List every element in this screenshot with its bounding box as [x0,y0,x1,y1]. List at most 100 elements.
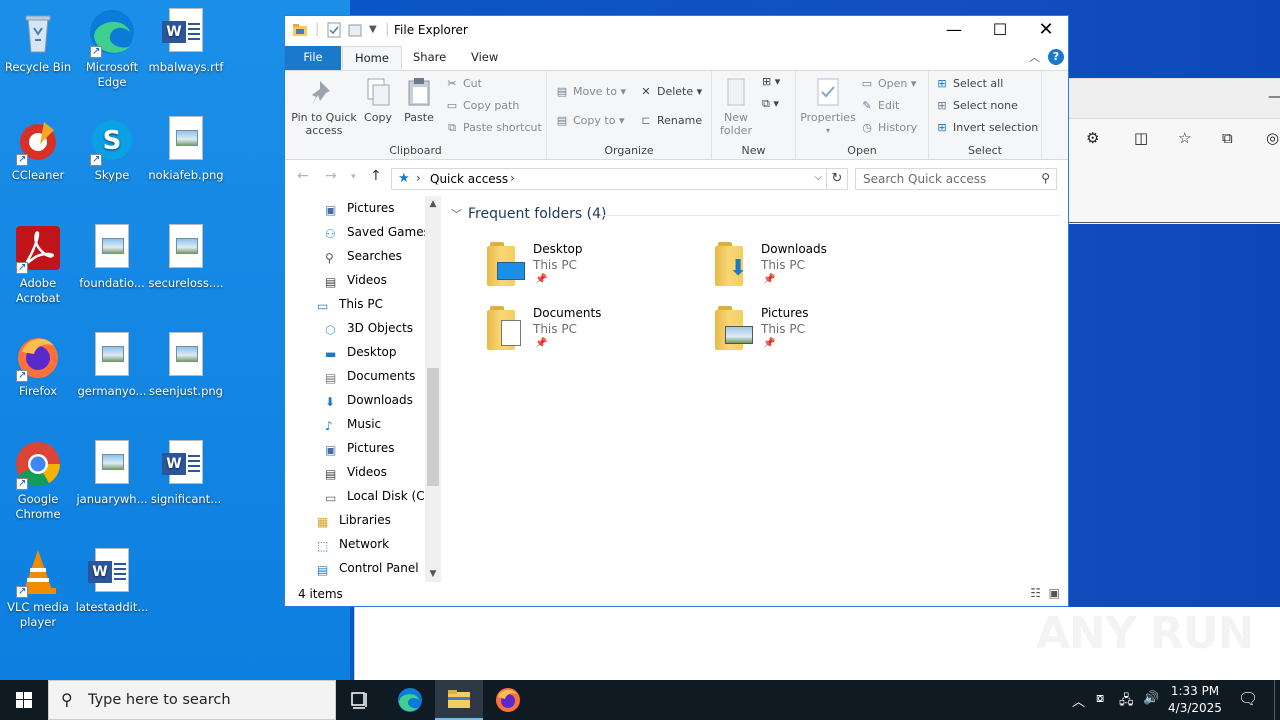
large-icons-view-icon[interactable]: ▣ [1049,586,1060,600]
taskbar-edge[interactable] [386,680,434,720]
clock[interactable]: 1:33 PM 4/3/2025 [1160,683,1230,717]
task-view-button[interactable] [336,680,384,720]
refresh-icon[interactable]: ↻ [826,168,848,190]
taskbar-file-explorer[interactable] [435,680,483,720]
nav-item-downloads[interactable]: ⬇ Downloads [325,388,413,412]
extensions-icon[interactable]: ⚙ [1086,129,1099,147]
nav-item-videos[interactable]: ▤ Videos [325,268,387,292]
folder-tile-documents[interactable]: Documents This PC 📌 [487,306,707,366]
desktop-icon-mbalways[interactable]: W mbalways.rtf [148,8,224,75]
minimize-icon[interactable]: — [1268,89,1280,105]
search-box[interactable]: ⚲ [855,168,1057,190]
nav-item-saved-games[interactable]: ⚇ Saved Games [325,220,430,244]
folder-tile-downloads[interactable]: ⬇ Downloads This PC 📌 [715,242,935,302]
forward-arrow-icon[interactable]: → [325,168,337,184]
notifications-icon[interactable]: 🗨 [1238,689,1258,708]
minimize-button[interactable]: — [931,16,977,46]
taskbar-firefox[interactable] [484,680,532,720]
new-item-icon[interactable]: ⊞ ▾ [762,73,780,91]
meet-now-icon[interactable]: ⧇ [1096,691,1104,706]
paste-button[interactable]: Paste [403,77,435,124]
tab-home[interactable]: Home [342,46,402,70]
desktop-icon-microsoft-edge[interactable]: Microsoft Edge [74,8,150,90]
copy-path-button[interactable]: ▭ Copy path [445,97,520,115]
nav-item-control-panel[interactable]: ▤ Control Panel [317,556,419,580]
scroll-up-icon[interactable]: ▲ [425,196,441,212]
desktop-icon-januarywh[interactable]: januarywh... [74,440,150,507]
customize-quick-access-icon[interactable]: ▼ [369,24,377,35]
rename-button[interactable]: ⊏ Rename [639,112,702,130]
select-none-button[interactable]: ⊞ Select none [935,97,1017,115]
desktop-icon-secureloss[interactable]: secureloss.... [148,224,224,291]
desktop-icon-latestaddit[interactable]: W latestaddit... [74,548,150,615]
nav-item-desktop[interactable]: ▬ Desktop [325,340,397,364]
cut-button[interactable]: ✂ Cut [445,75,482,93]
desktop-icon-seenjust[interactable]: seenjust.png [148,332,224,399]
chevron-down-icon[interactable]: ⌵ [814,172,822,183]
folder-tile-pictures[interactable]: Pictures This PC 📌 [715,306,935,366]
history-button[interactable]: ◷ History [860,119,917,137]
volume-icon[interactable]: 🔊 [1143,691,1159,706]
taskbar-search[interactable]: ⚲ Type here to search [48,680,336,720]
select-all-button[interactable]: ⊞ Select all [935,75,1003,93]
copy-to-button[interactable]: ▤ Copy to ▾ [555,112,625,130]
nav-item-local-disk-c[interactable]: ▭ Local Disk (C:) [325,484,433,508]
paste-shortcut-button[interactable]: ⧉ Paste shortcut [445,119,542,137]
delete-button[interactable]: ✕ Delete ▾ [639,83,702,101]
desktop-icon-nokiafeb[interactable]: nokiafeb.png [148,116,224,183]
properties-button[interactable]: Properties ▾ [800,77,856,137]
copilot-icon[interactable]: ◎ [1266,129,1279,147]
desktop-icon-skype[interactable]: S Skype [74,116,150,183]
edit-button[interactable]: ✎ Edit [860,97,899,115]
start-button[interactable] [0,680,48,720]
chevron-right-icon[interactable]: › [510,171,515,185]
breadcrumb-quick-access[interactable]: Quick access [430,172,508,186]
collapse-ribbon-icon[interactable]: ︿ [1029,49,1040,65]
desktop-icon-adobe-acrobat[interactable]: Adobe Acrobat [0,224,76,306]
nav-item-documents[interactable]: ▤ Documents [325,364,415,388]
desktop-icon-firefox[interactable]: Firefox [0,332,76,399]
new-folder-button[interactable]: New folder [716,77,756,137]
favorites-icon[interactable]: ☆ [1178,129,1191,147]
copy-button[interactable]: Copy [361,77,395,124]
nav-pane-scrollbar[interactable]: ▲ ▼ [425,196,441,582]
open-button[interactable]: ▭ Open ▾ [860,75,917,93]
scroll-down-icon[interactable]: ▼ [425,566,441,582]
show-desktop-button[interactable] [1274,680,1280,720]
address-bar[interactable]: ★ › Quick access › ⌵ [391,168,827,190]
tab-view[interactable]: View [459,46,510,70]
split-screen-icon[interactable]: ◫ [1134,129,1148,147]
properties-quick-icon[interactable] [327,22,341,42]
up-arrow-icon[interactable]: ↑ [370,168,382,184]
new-folder-quick-icon[interactable] [348,22,362,42]
nav-item-pictures[interactable]: ▣ Pictures [325,196,395,220]
collections-icon[interactable]: ⧉ [1222,129,1233,147]
frequent-folders-header[interactable]: ﹀ Frequent folders (4) [451,206,607,222]
details-view-icon[interactable]: ☷ [1030,586,1041,600]
nav-item-network[interactable]: ⬚ Network [317,532,389,556]
nav-item-3d-objects[interactable]: ⬡ 3D Objects [325,316,413,340]
nav-item-music[interactable]: ♪ Music [325,412,381,436]
back-arrow-icon[interactable]: ← [297,168,309,184]
tab-share[interactable]: Share [401,46,458,70]
maximize-button[interactable]: ☐ [977,16,1023,46]
nav-item-videos[interactable]: ▤ Videos [325,460,387,484]
desktop-icon-vlc[interactable]: VLC media player [0,548,76,630]
help-icon[interactable]: ? [1048,49,1064,65]
tab-file[interactable]: File [285,46,341,70]
nav-item-this-pc[interactable]: ▭ This PC [317,292,383,316]
move-to-button[interactable]: ▤ Move to ▾ [555,83,626,101]
nav-item-libraries[interactable]: ▦ Libraries [317,508,391,532]
desktop-icon-recycle-bin[interactable]: Recycle Bin [0,8,76,75]
search-input[interactable] [856,169,1026,189]
desktop-icon-ccleaner[interactable]: CCleaner [0,116,76,183]
easy-access-icon[interactable]: ⧉ ▾ [762,95,779,113]
desktop-icon-significant[interactable]: W significant... [148,440,224,507]
invert-selection-button[interactable]: ⊞ Invert selection [935,119,1038,137]
scroll-thumb[interactable] [427,368,439,486]
desktop-icon-google-chrome[interactable]: Google Chrome [0,440,76,522]
folder-tile-desktop[interactable]: Desktop This PC 📌 [487,242,707,302]
desktop-icon-germanyo[interactable]: germanyo... [74,332,150,399]
nav-item-searches[interactable]: ⚲ Searches [325,244,402,268]
show-hidden-icons-icon[interactable]: ︿ [1072,691,1085,710]
